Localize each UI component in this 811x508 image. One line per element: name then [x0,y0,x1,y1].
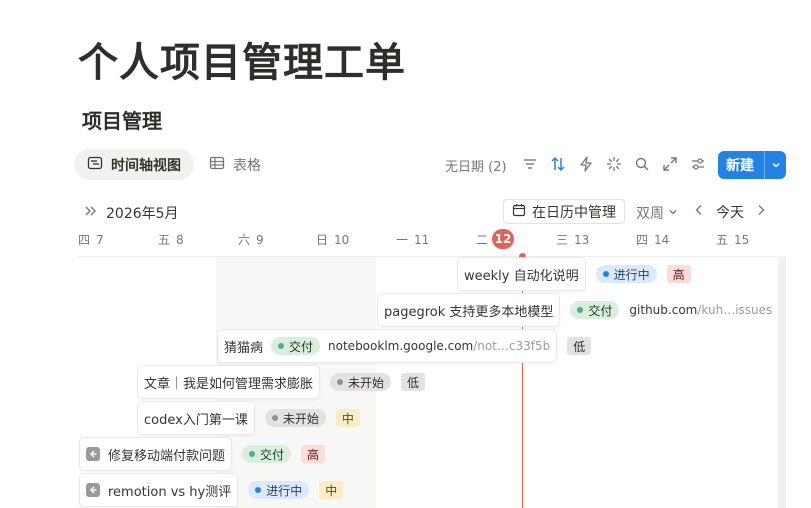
date-navigation: 今天 [694,202,766,222]
timeline-item[interactable]: codex入门第一课 未开始 中 [137,401,360,435]
timeline-icon [87,155,103,175]
item-title: weekly 自动化说明 [464,268,579,284]
item-title: 文章｜我是如何管理需求膨胀 [144,376,314,392]
period-label: 双周 [636,206,664,222]
day-label: 三 13 [556,233,590,247]
manage-in-calendar-button[interactable]: 在日历中管理 [503,199,625,224]
tab-label: 时间轴视图 [111,157,181,174]
arrow-left-icon[interactable] [86,483,100,497]
priority-badge: 中 [319,481,344,499]
chevron-down-icon [668,205,678,221]
day-label: 一 11 [396,233,430,247]
day-label: 四 14 [636,233,670,247]
chevron-left-icon[interactable] [694,204,704,220]
status-badge: 进行中 [248,481,310,499]
manage-in-calendar-label: 在日历中管理 [532,204,616,221]
filter-icon[interactable] [520,154,540,174]
timeline-item[interactable]: 修复移动端付款问题 交付 高 [79,437,326,471]
sparkle-icon[interactable] [604,154,624,174]
priority-badge: 高 [301,445,326,463]
day-label: 六9 [238,233,264,247]
expand-icon[interactable] [660,154,680,174]
day-label: 五8 [158,233,184,247]
chevron-down-icon[interactable] [765,160,786,170]
new-button-label: 新建 [726,158,754,174]
period-select[interactable]: 双周 [636,203,678,223]
timeline-item[interactable]: 猜猫病 交付 notebooklm.google.com/not…c33f5b … [217,329,592,363]
item-card[interactable]: weekly 自动化说明 [457,257,586,291]
item-card[interactable]: 修复移动端付款问题 [79,437,233,471]
new-button[interactable]: 新建 [718,151,786,179]
item-card[interactable]: remotion vs hy测评 [79,473,239,507]
priority-badge: 高 [666,265,691,283]
tab-table-view[interactable]: 表格 [196,149,274,180]
today-button[interactable]: 今天 [716,202,744,222]
day-label: 四7 [78,233,104,247]
timeline-item[interactable]: pagegrok 支持更多本地模型 交付 github.com/kuh…issu… [377,293,772,327]
day-label: 二 [476,233,489,247]
status-badge: 交付 [242,445,292,463]
timeline-item[interactable]: remotion vs hy测评 进行中 中 [79,473,344,507]
day-label: 五 15 [716,233,750,247]
status-badge: 未开始 [264,409,326,427]
item-link[interactable]: notebooklm.google.com/not…c33f5b [328,339,550,353]
search-icon[interactable] [632,154,652,174]
item-card[interactable]: 猜猫病 交付 notebooklm.google.com/not…c33f5b [217,329,558,363]
chevron-right-icon[interactable] [756,204,766,220]
sort-icon[interactable] [548,154,568,174]
priority-badge: 低 [401,373,426,391]
item-title: 修复移动端付款问题 [108,448,226,464]
arrow-left-icon[interactable] [86,447,100,461]
today-date-badge: 12 [492,229,514,249]
database-title[interactable]: 项目管理 [82,105,162,134]
table-icon [209,155,225,175]
item-link[interactable]: github.com/kuh…issues [629,303,772,317]
calendar-icon [512,203,526,221]
page-title[interactable]: 个人项目管理工单 [78,30,406,88]
collapse-sidebar-icon[interactable] [84,204,98,222]
timeline-item[interactable]: 文章｜我是如何管理需求膨胀 未开始 低 [137,365,426,399]
item-card[interactable]: pagegrok 支持更多本地模型 [377,293,561,327]
tab-label: 表格 [233,157,261,174]
timeline-item[interactable]: weekly 自动化说明 进行中 高 [457,257,691,291]
status-badge: 交付 [271,337,321,355]
item-title: codex入门第一课 [144,412,248,428]
item-card[interactable]: 文章｜我是如何管理需求膨胀 [137,365,321,399]
automation-icon[interactable] [576,154,596,174]
priority-badge: 中 [335,409,360,427]
status-badge: 未开始 [330,373,392,391]
priority-badge: 低 [567,337,592,355]
item-card[interactable]: codex入门第一课 [137,401,255,435]
settings-icon[interactable] [688,154,708,174]
month-nav: 2026年5月 [84,203,179,223]
day-label: 日 10 [316,233,350,247]
tab-timeline-view[interactable]: 时间轴视图 [74,149,194,180]
status-badge: 交付 [570,301,620,319]
current-month: 2026年5月 [106,206,179,222]
status-badge: 进行中 [595,265,657,283]
item-title: pagegrok 支持更多本地模型 [384,304,554,320]
item-title: 猜猫病 [224,340,264,356]
scroll-edge [778,256,786,508]
item-title: remotion vs hy测评 [108,484,232,500]
no-date-button[interactable]: 无日期 (2) [445,156,507,175]
